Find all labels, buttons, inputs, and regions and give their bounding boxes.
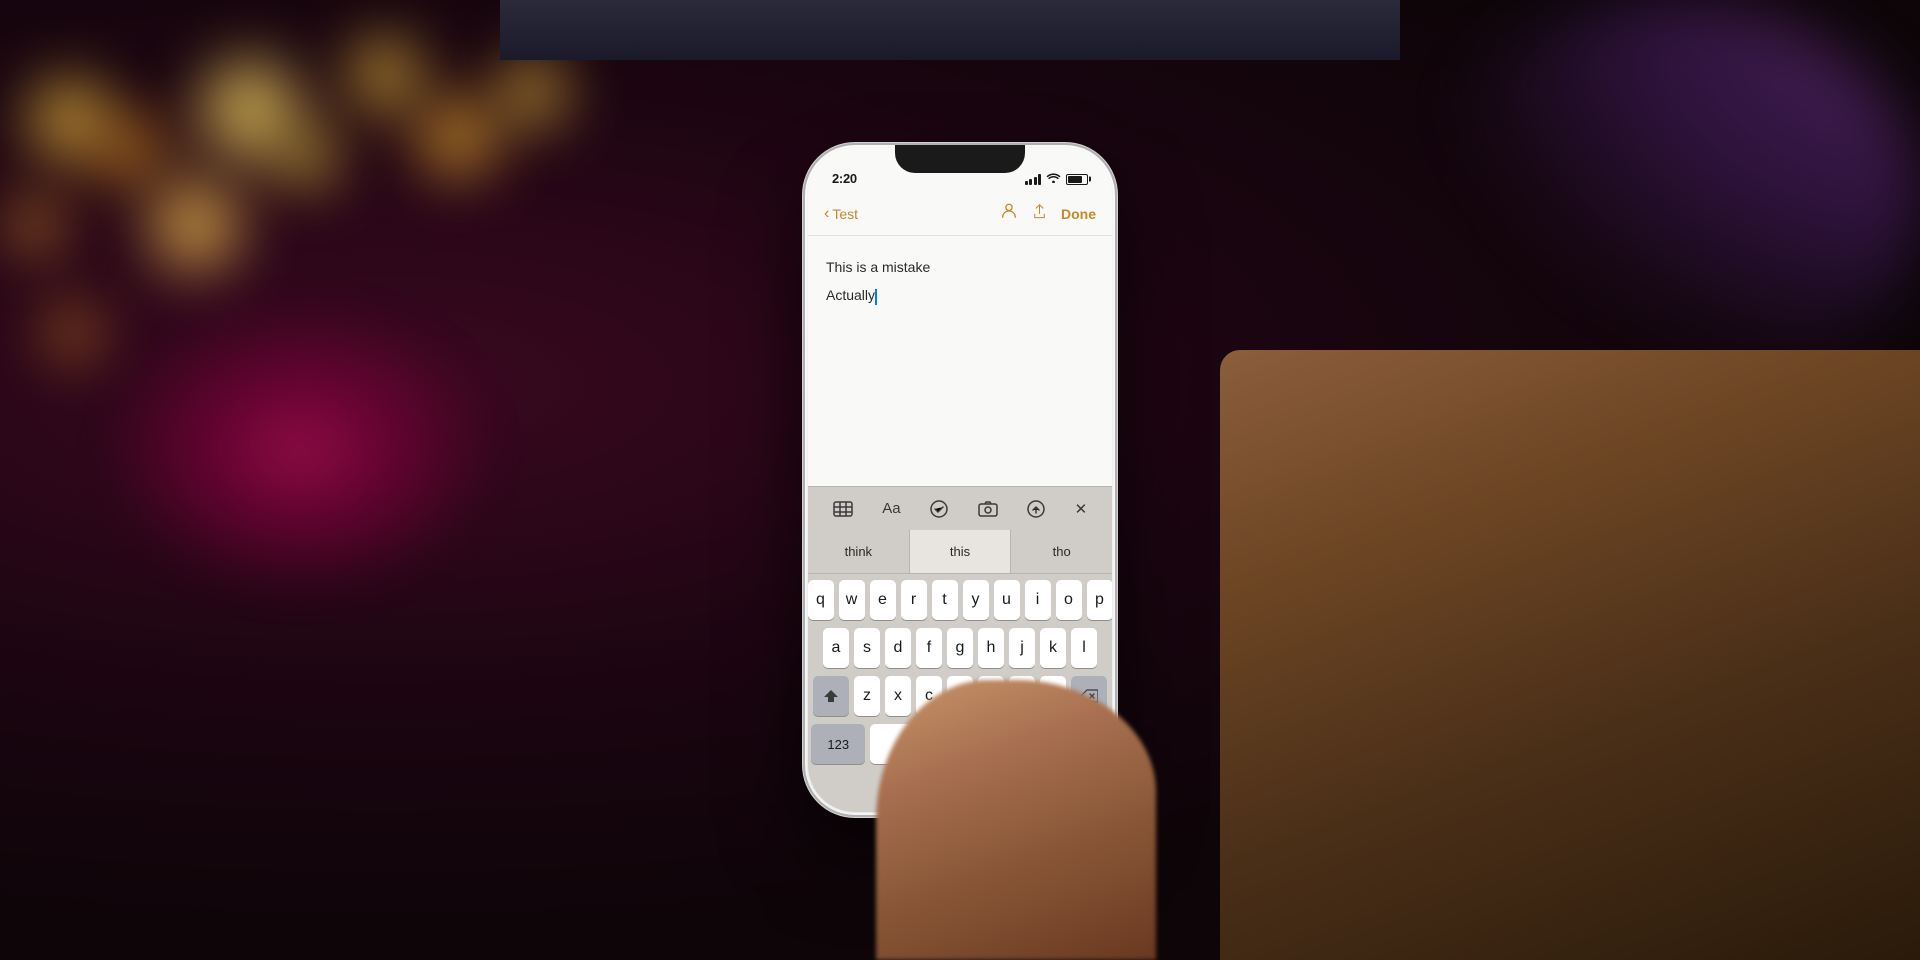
keyboard-toolbar: Aa (808, 486, 1112, 530)
text-cursor (875, 289, 877, 305)
key-q[interactable]: q (808, 580, 834, 620)
key-p[interactable]: p (1087, 580, 1113, 620)
nav-actions: Done (1000, 202, 1096, 225)
bokeh-light-7 (280, 130, 335, 185)
autocomplete-think[interactable]: think (808, 530, 909, 573)
key-i[interactable]: i (1025, 580, 1051, 620)
key-r[interactable]: r (901, 580, 927, 620)
signal-icon (1025, 174, 1042, 185)
format-button[interactable]: Aa (874, 496, 908, 521)
done-button[interactable]: Done (1061, 206, 1096, 222)
wifi-icon (1046, 172, 1061, 186)
battery-icon (1066, 174, 1088, 185)
autocomplete-bar: think this tho (808, 530, 1112, 574)
bokeh-light-10 (50, 310, 95, 355)
back-chevron-icon: ‹ (824, 205, 829, 223)
autocomplete-this[interactable]: this (909, 530, 1012, 573)
key-t[interactable]: t (932, 580, 958, 620)
status-icons (1025, 172, 1089, 186)
status-time: 2:20 (832, 171, 857, 186)
bokeh-light-1 (30, 80, 110, 160)
desk-surface (1220, 350, 1920, 960)
close-keyboard-button[interactable]: ✕ (1067, 496, 1096, 522)
checklist-button[interactable] (922, 496, 956, 522)
bokeh-light-2 (100, 120, 160, 180)
key-y[interactable]: y (963, 580, 989, 620)
notch (895, 145, 1025, 173)
share-icon[interactable] (1032, 204, 1047, 224)
top-monitor (500, 0, 1400, 60)
back-button[interactable]: ‹ Test (824, 205, 858, 223)
key-w[interactable]: w (839, 580, 865, 620)
hand-silhouette (760, 660, 1160, 960)
key-u[interactable]: u (994, 580, 1020, 620)
note-content[interactable]: This is a mistake Actually (808, 236, 1112, 486)
back-label: Test (832, 206, 858, 222)
bokeh-light-6 (150, 180, 240, 270)
bokeh-light-4 (350, 40, 420, 110)
autocomplete-tho[interactable]: tho (1011, 530, 1112, 573)
arrow-button[interactable] (1019, 496, 1053, 522)
bokeh-light-8 (420, 100, 495, 175)
note-line-2: Actually (826, 284, 1094, 306)
camera-button[interactable] (970, 497, 1006, 521)
note-line-1: This is a mistake (826, 256, 1094, 278)
purple-glow (1420, 0, 1920, 400)
bokeh-light-9 (500, 60, 565, 125)
keyboard-row-1: q w e r t y u i o p (811, 580, 1109, 620)
table-button[interactable] (825, 497, 861, 521)
pink-glow (100, 300, 500, 600)
bokeh-light-5 (10, 200, 60, 250)
navigation-bar: ‹ Test Done (808, 192, 1112, 236)
person-icon[interactable] (1000, 202, 1018, 225)
key-e[interactable]: e (870, 580, 896, 620)
key-o[interactable]: o (1056, 580, 1082, 620)
